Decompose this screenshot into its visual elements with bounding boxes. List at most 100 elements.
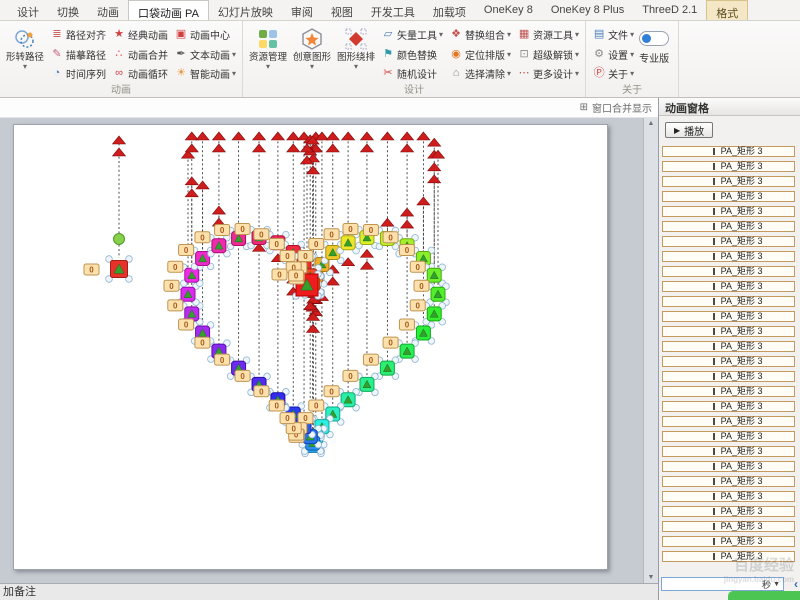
animation-list-item[interactable]: PA_矩形 3: [662, 281, 795, 292]
path-arrowhead: [185, 177, 198, 185]
animation-list-item[interactable]: PA_矩形 3: [662, 251, 795, 262]
vector-tools-button[interactable]: ▱矢量工具▾: [378, 25, 446, 44]
animation-item-label: PA_矩形 3: [721, 342, 763, 351]
anim-center-button[interactable]: ▣动画中心: [171, 25, 239, 44]
animation-list-item[interactable]: PA_矩形 3: [662, 461, 795, 472]
small-button-label: 文本动画: [190, 47, 230, 62]
super-unlock-button[interactable]: ⊡超级解锁▾: [514, 45, 582, 64]
timeline-tick: [713, 478, 715, 485]
center-square-icon: ▣: [174, 29, 188, 40]
animation-list-item[interactable]: PA_矩形 3: [662, 521, 795, 532]
timeline-tick: [713, 313, 715, 320]
tab-slideshow[interactable]: 幻灯片放映: [209, 0, 282, 20]
shape-to-path-button[interactable]: 形转路径▾: [3, 23, 47, 83]
badge-number: 0: [275, 402, 280, 411]
collapse-chevron-icon[interactable]: ‹: [794, 577, 798, 591]
slide[interactable]: 0000000000000000000000000000000000000000…: [13, 124, 608, 570]
toggle-knob: [642, 34, 651, 43]
ribbon-column: ▱矢量工具▾⚑颜色替换✂随机设计: [378, 23, 446, 83]
vector-icon: ▱: [381, 29, 395, 40]
badge-number: 0: [173, 301, 178, 310]
badge-number: 0: [369, 356, 374, 365]
path-arrowhead: [401, 144, 414, 152]
tab-developer[interactable]: 开发工具: [362, 0, 424, 20]
tab-onekey8plus[interactable]: OneKey 8 Plus: [542, 0, 633, 20]
tab-review[interactable]: 审阅: [282, 0, 322, 20]
dropdown-arrow-icon: ▾: [310, 63, 314, 71]
animation-list-item[interactable]: PA_矩形 3: [662, 311, 795, 322]
animation-list-item[interactable]: PA_矩形 3: [662, 266, 795, 277]
animation-list-item[interactable]: PA_矩形 3: [662, 206, 795, 217]
animation-list-item[interactable]: PA_矩形 3: [662, 326, 795, 337]
tab-addins[interactable]: 加载项: [424, 0, 475, 20]
text-anim-button[interactable]: ✒文本动画▾: [171, 45, 239, 64]
pro-toggle[interactable]: [639, 31, 669, 46]
animation-list-item[interactable]: PA_矩形 3: [662, 146, 795, 157]
animation-list-item[interactable]: PA_矩形 3: [662, 476, 795, 487]
replace-group-button[interactable]: ❖替换组合▾: [446, 25, 514, 44]
tab-transition[interactable]: 切换: [48, 0, 88, 20]
ribbon-group-label: 动画: [0, 81, 242, 96]
animation-list-item[interactable]: PA_矩形 3: [662, 431, 795, 442]
tab-threed[interactable]: ThreeD 2.1: [633, 0, 706, 20]
vertical-scrollbar[interactable]: ▲ ▼: [643, 118, 658, 583]
animation-list-item[interactable]: PA_矩形 3: [662, 236, 795, 247]
animation-item-label: PA_矩形 3: [721, 177, 763, 186]
shape-wrap-button[interactable]: 图形绕排▾: [334, 23, 378, 83]
animation-list-item[interactable]: PA_矩形 3: [662, 221, 795, 232]
color-replace-button[interactable]: ⚑颜色替换: [378, 45, 446, 64]
animation-list-item[interactable]: PA_矩形 3: [662, 191, 795, 202]
timeline-tick: [713, 208, 715, 215]
creative-shapes-button[interactable]: 创意图形▾: [290, 23, 334, 83]
timeline-tick: [713, 463, 715, 470]
animation-list-item[interactable]: PA_矩形 3: [662, 551, 795, 562]
seconds-dropdown[interactable]: 秒 ▼: [661, 577, 784, 591]
animation-item-label: PA_矩形 3: [721, 192, 763, 201]
animation-list-item[interactable]: PA_矩形 3: [662, 341, 795, 352]
scroll-up-icon[interactable]: ▲: [648, 120, 655, 127]
path-align-button[interactable]: ≣路径对齐: [47, 25, 109, 44]
animation-list-item[interactable]: PA_矩形 3: [662, 356, 795, 367]
animation-list-item[interactable]: PA_矩形 3: [662, 176, 795, 187]
animation-list-item[interactable]: PA_矩形 3: [662, 416, 795, 427]
notes-bar[interactable]: 加备注: [0, 583, 658, 600]
badge-number: 0: [275, 240, 280, 249]
dropdown-arrow-icon: ▾: [354, 63, 358, 71]
position-layout-button[interactable]: ◉定位排版▾: [446, 45, 514, 64]
trace-path-button[interactable]: ✎描摹路径: [47, 45, 109, 64]
animation-item-label: PA_矩形 3: [721, 417, 763, 426]
animation-item-label: PA_矩形 3: [721, 552, 763, 561]
classic-anim-button[interactable]: ★经典动画: [109, 25, 171, 44]
path-arrowhead: [360, 144, 373, 152]
settings-button[interactable]: ⚙设置▾: [589, 45, 637, 64]
tab-view[interactable]: 视图: [322, 0, 362, 20]
window-merge-label[interactable]: 窗口合并显示: [592, 100, 652, 115]
play-button[interactable]: ▶ 播放: [665, 122, 713, 138]
animation-item-label: PA_矩形 3: [721, 507, 763, 516]
ribbon-column: ≣路径对齐✎描摹路径◔时间序列: [47, 23, 109, 83]
animation-list-item[interactable]: PA_矩形 3: [662, 536, 795, 547]
green-button-partial[interactable]: [728, 591, 800, 600]
scroll-down-icon[interactable]: ▼: [648, 574, 655, 581]
animation-list-item[interactable]: PA_矩形 3: [662, 371, 795, 382]
path-arrowhead: [417, 132, 430, 140]
anim-merge-button[interactable]: ∴动画合并: [109, 45, 171, 64]
tab-onekey8[interactable]: OneKey 8: [475, 0, 542, 20]
animation-list-item[interactable]: PA_矩形 3: [662, 161, 795, 172]
file-button[interactable]: ▤文件▾: [589, 25, 637, 44]
tab-pocket-anim[interactable]: 口袋动画 PA: [128, 0, 209, 20]
animation-list-item[interactable]: PA_矩形 3: [662, 506, 795, 517]
ribbon-group-3: ▤文件▾⚙设置▾Ⓟ关于▾专业版关于: [586, 21, 679, 97]
resource-manager-button[interactable]: 资源管理▾: [246, 23, 290, 83]
animation-list-item[interactable]: PA_矩形 3: [662, 296, 795, 307]
scissors-icon: ✂: [381, 68, 395, 79]
tab-design[interactable]: 设计: [8, 0, 48, 20]
tab-animation[interactable]: 动画: [88, 0, 128, 20]
animation-list-item[interactable]: PA_矩形 3: [662, 386, 795, 397]
resource-tools-button[interactable]: ▦资源工具▾: [514, 25, 582, 44]
small-button-label: 动画循环: [128, 66, 168, 81]
animation-list-item[interactable]: PA_矩形 3: [662, 491, 795, 502]
tab-format[interactable]: 格式: [706, 0, 748, 20]
animation-list-item[interactable]: PA_矩形 3: [662, 446, 795, 457]
animation-list-item[interactable]: PA_矩形 3: [662, 401, 795, 412]
